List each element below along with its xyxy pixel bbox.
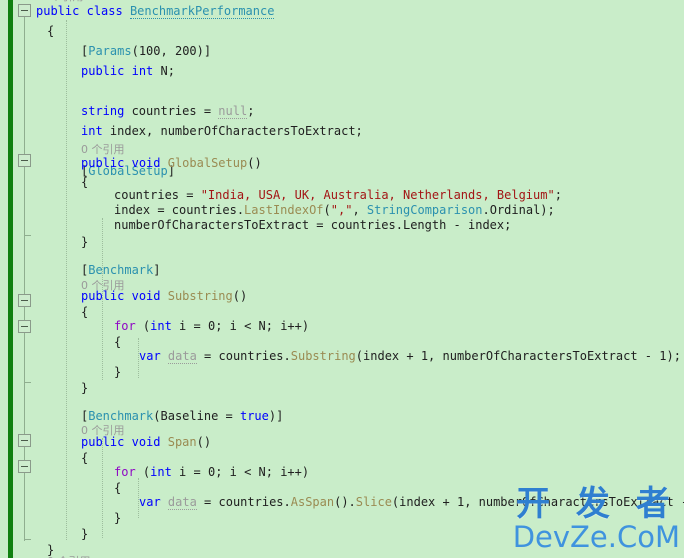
token-method-span: Span bbox=[167, 435, 197, 449]
collapse-toggle-span[interactable] bbox=[18, 434, 31, 447]
token-attribute-benchmark: Benchmark bbox=[88, 263, 154, 277]
line-substring-for-close-brace: } bbox=[114, 365, 122, 379]
indent-guide-level-1 bbox=[66, 20, 67, 540]
token-unused-data: data bbox=[167, 349, 197, 364]
token-attribute-params: Params bbox=[88, 44, 132, 58]
line-span-for-open-brace: { bbox=[114, 481, 122, 495]
line-globalsetup-open-brace: { bbox=[81, 175, 89, 189]
outlining-bracket-globalsetup bbox=[24, 167, 31, 236]
line-substring-for: for (int i = 0; i < N; i++) bbox=[114, 319, 310, 333]
line-substring-call: var data = countries.Substring(index + 1… bbox=[139, 349, 681, 364]
line-span-open-brace: { bbox=[81, 451, 89, 465]
collapse-toggle-class[interactable] bbox=[18, 4, 31, 17]
line-method-span-signature: public void Span() bbox=[81, 435, 212, 449]
token-method-asspan: AsSpan bbox=[290, 495, 335, 509]
codelens-bottom[interactable]: 0 个引用 bbox=[47, 552, 91, 558]
line-span-call: var data = countries.AsSpan().Slice(inde… bbox=[139, 495, 684, 510]
token-method-substring: Substring bbox=[167, 289, 233, 303]
line-class-open-brace: { bbox=[47, 24, 55, 38]
line-substring-open-brace: { bbox=[81, 305, 89, 319]
token-method-substring-call: Substring bbox=[290, 349, 356, 363]
line-span-close-brace: } bbox=[81, 527, 89, 541]
token-unused-data-span: data bbox=[167, 495, 197, 510]
collapse-toggle-span-for[interactable] bbox=[18, 460, 31, 473]
line-span-for-close-brace: } bbox=[114, 511, 122, 525]
token-keyword-true: true bbox=[239, 409, 269, 423]
token-method-globalsetup: GlobalSetup bbox=[167, 156, 248, 170]
code-editor[interactable]: 0 个引用 public class BenchmarkPerformance … bbox=[0, 0, 684, 558]
indent-guide-level-2-substring bbox=[102, 298, 103, 380]
line-field-index: int index, numberOfCharactersToExtract; bbox=[81, 124, 363, 138]
line-field-countries: string countries = null; bbox=[81, 104, 255, 119]
collapse-toggle-globalsetup[interactable] bbox=[18, 154, 31, 167]
line-globalsetup-signature-real: public void GlobalSetup() bbox=[81, 156, 262, 170]
token-keyword-null: null bbox=[218, 104, 248, 119]
line-class-declaration: public class BenchmarkPerformance bbox=[36, 1, 275, 21]
modified-lines-change-bar bbox=[8, 0, 13, 558]
line-method-substring-signature: public void Substring() bbox=[81, 289, 248, 303]
token-keyword-class: class bbox=[86, 4, 123, 18]
outlining-bracket-substring bbox=[24, 307, 31, 383]
collapse-toggle-substring-for[interactable] bbox=[18, 320, 31, 333]
line-substring-for-open-brace: { bbox=[114, 335, 122, 349]
line-attribute-params: [Params(100, 200)] bbox=[81, 44, 212, 58]
token-type-benchmarkperformance: BenchmarkPerformance bbox=[129, 4, 275, 19]
line-substring-close-brace: } bbox=[81, 381, 89, 395]
watermark-english-text: DevZe.CoM bbox=[512, 520, 680, 554]
token-method-slice: Slice bbox=[355, 495, 392, 509]
outlining-margin[interactable] bbox=[14, 0, 36, 558]
token-keyword-public: public bbox=[36, 4, 80, 18]
indent-guide-level-2-span bbox=[102, 438, 103, 538]
collapse-toggle-substring[interactable] bbox=[18, 294, 31, 307]
token-keyword-for-span: for bbox=[114, 465, 136, 479]
line-span-for: for (int i = 0; i < N; i++) bbox=[114, 465, 310, 479]
line-field-n: public int N; bbox=[81, 64, 175, 78]
line-globalsetup-close-brace: } bbox=[81, 235, 89, 249]
token-keyword-for: for bbox=[114, 319, 136, 333]
line-assign-numchars: numberOfCharactersToExtract = countries.… bbox=[114, 218, 512, 232]
